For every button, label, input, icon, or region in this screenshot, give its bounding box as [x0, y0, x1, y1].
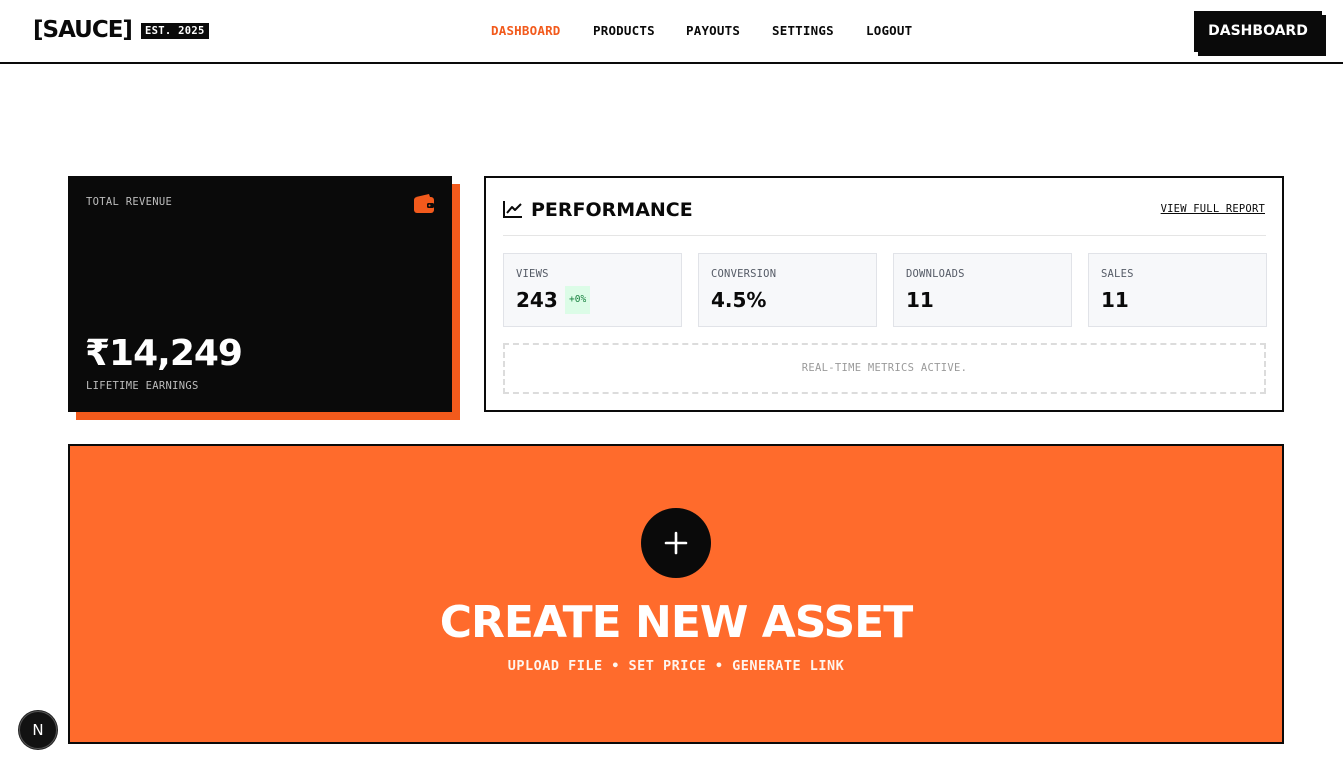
metric-value: 4.5% [711, 288, 767, 312]
plus-icon [664, 531, 688, 555]
brand-logo[interactable]: [SAUCE] [33, 15, 133, 45]
create-asset-title: CREATE NEW ASSET [439, 597, 914, 648]
metric-value: 11 [906, 288, 934, 312]
established-badge: EST. 2025 [141, 23, 209, 39]
trending-chart-icon [503, 201, 522, 218]
metric-sales: SALES 11 [1088, 253, 1267, 327]
change-badge: +0% [565, 286, 591, 314]
metric-label: VIEWS [516, 268, 549, 280]
create-asset-subtitle: UPLOAD FILE • SET PRICE • GENERATE LINK [507, 658, 845, 674]
top-navbar: [SAUCE] EST. 2025 DASHBOARD PRODUCTS PAY… [0, 0, 1343, 64]
nav-dashboard[interactable]: DASHBOARD [491, 23, 561, 39]
performance-title: PERFORMANCE [531, 199, 693, 221]
divider [503, 235, 1266, 236]
metric-label: DOWNLOADS [906, 268, 965, 280]
nav-logout[interactable]: LOGOUT [866, 23, 912, 39]
lifetime-earnings-label: LIFETIME EARNINGS [86, 380, 199, 392]
create-new-asset-panel[interactable]: CREATE NEW ASSET UPLOAD FILE • SET PRICE… [68, 444, 1284, 744]
realtime-status: REAL-TIME METRICS ACTIVE. [503, 343, 1266, 394]
dev-tools-badge[interactable]: N [19, 711, 57, 749]
nav-payouts[interactable]: PAYOUTS [686, 23, 740, 39]
metric-value: 11 [1101, 288, 1129, 312]
metric-downloads: DOWNLOADS 11 [893, 253, 1072, 327]
dashboard-button[interactable]: DASHBOARD [1194, 11, 1322, 52]
create-asset-button[interactable] [641, 508, 711, 578]
view-full-report-link[interactable]: VIEW FULL REPORT [1161, 203, 1265, 215]
nav-settings[interactable]: SETTINGS [772, 23, 834, 39]
revenue-amount: ₹14,249 [85, 333, 243, 374]
metric-label: CONVERSION [711, 268, 777, 280]
wallet-icon [414, 194, 434, 213]
revenue-label: TOTAL REVENUE [86, 196, 173, 208]
metric-label: SALES [1101, 268, 1134, 280]
nav-products[interactable]: PRODUCTS [593, 23, 655, 39]
metric-value: 243 [516, 288, 558, 312]
total-revenue-card: TOTAL REVENUE ₹14,249 LIFETIME EARNINGS [68, 176, 452, 412]
metric-views: VIEWS 243 +0% [503, 253, 682, 327]
metric-conversion: CONVERSION 4.5% [698, 253, 877, 327]
performance-card: PERFORMANCE VIEW FULL REPORT VIEWS 243 +… [484, 176, 1284, 412]
